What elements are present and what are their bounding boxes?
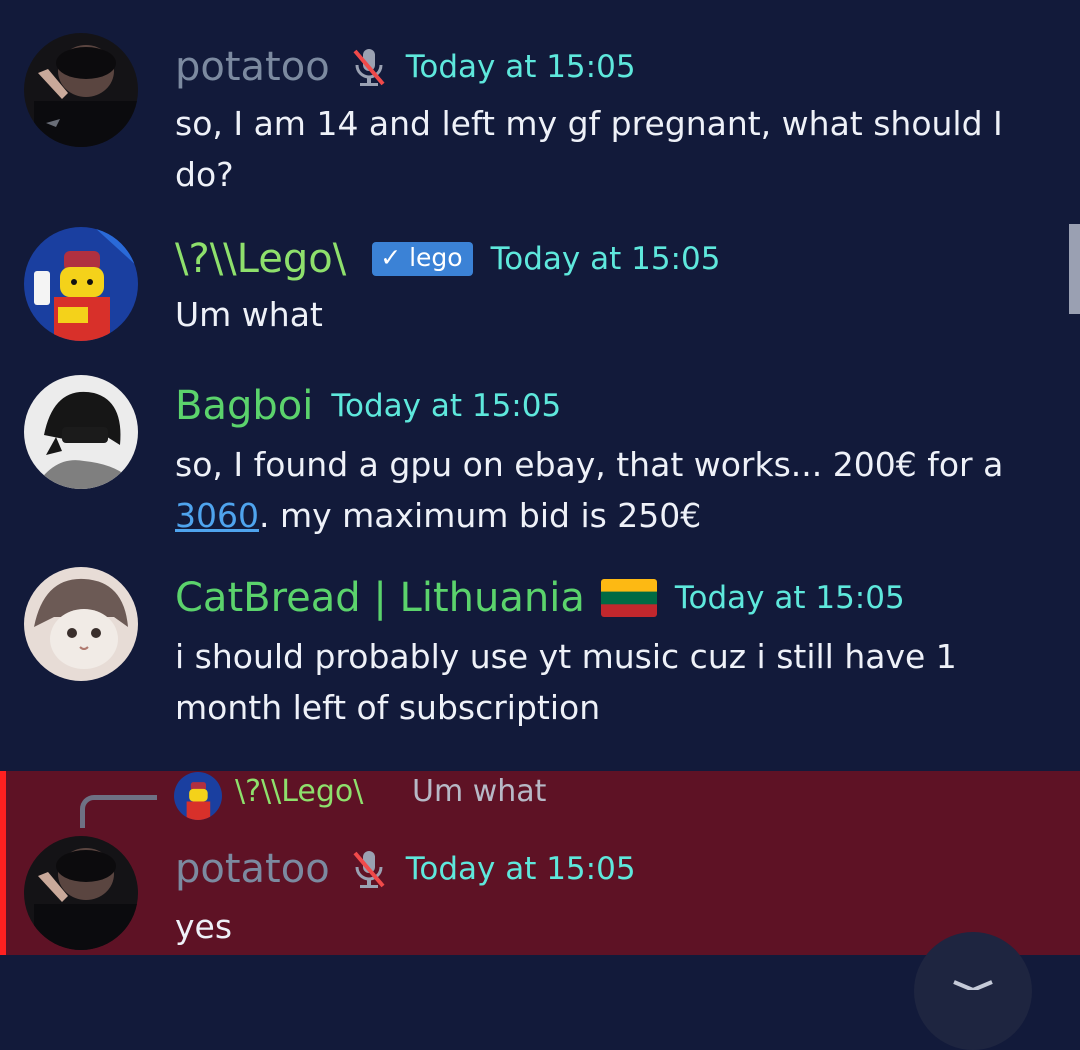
- avatar[interactable]: [24, 375, 138, 489]
- timestamp: Today at 15:05: [405, 49, 636, 85]
- timestamp: Today at 15:05: [331, 388, 562, 424]
- author-name[interactable]: potatoo: [175, 45, 330, 89]
- timestamp: Today at 15:05: [674, 580, 905, 616]
- avatar[interactable]: [24, 836, 138, 950]
- jump-to-bottom-button[interactable]: [914, 932, 1032, 1050]
- author-name[interactable]: potatoo: [175, 847, 330, 891]
- message-text-part: . my maximum bid is 250€: [258, 496, 702, 535]
- mic-muted-icon: [350, 848, 388, 890]
- message-link[interactable]: 3060: [175, 496, 259, 535]
- author-name[interactable]: CatBread | Lithuania: [175, 576, 585, 620]
- message-text: so, I found a gpu on ebay, that works...…: [175, 439, 1045, 541]
- scrollbar[interactable]: [1069, 224, 1080, 314]
- reply-author[interactable]: \?\\Lego\: [235, 774, 363, 809]
- avatar[interactable]: [24, 567, 138, 681]
- message-text: i should probably use yt music cuz i sti…: [175, 637, 957, 727]
- message-text-part: so, I found a gpu on ebay, that works...…: [175, 445, 1004, 484]
- reply-connector: [80, 795, 157, 828]
- reply-preview[interactable]: Um what: [412, 774, 546, 809]
- mention-bar: [0, 771, 6, 955]
- timestamp: Today at 15:05: [405, 851, 636, 887]
- author-name[interactable]: Bagboi: [175, 384, 313, 428]
- reply-avatar: [174, 772, 222, 820]
- message-text: Um what: [175, 295, 323, 334]
- role-badge: ✓ lego: [372, 242, 473, 276]
- author-name[interactable]: \?\\Lego\: [175, 237, 346, 281]
- mic-muted-icon: [350, 46, 388, 88]
- timestamp: Today at 15:05: [490, 241, 721, 277]
- avatar[interactable]: [24, 227, 138, 341]
- chevron-down-icon: [953, 980, 993, 992]
- message-text: so, I am 14 and left my gf pregnant, wha…: [175, 104, 1003, 194]
- avatar[interactable]: [24, 33, 138, 147]
- lithuania-flag-icon: [600, 579, 657, 617]
